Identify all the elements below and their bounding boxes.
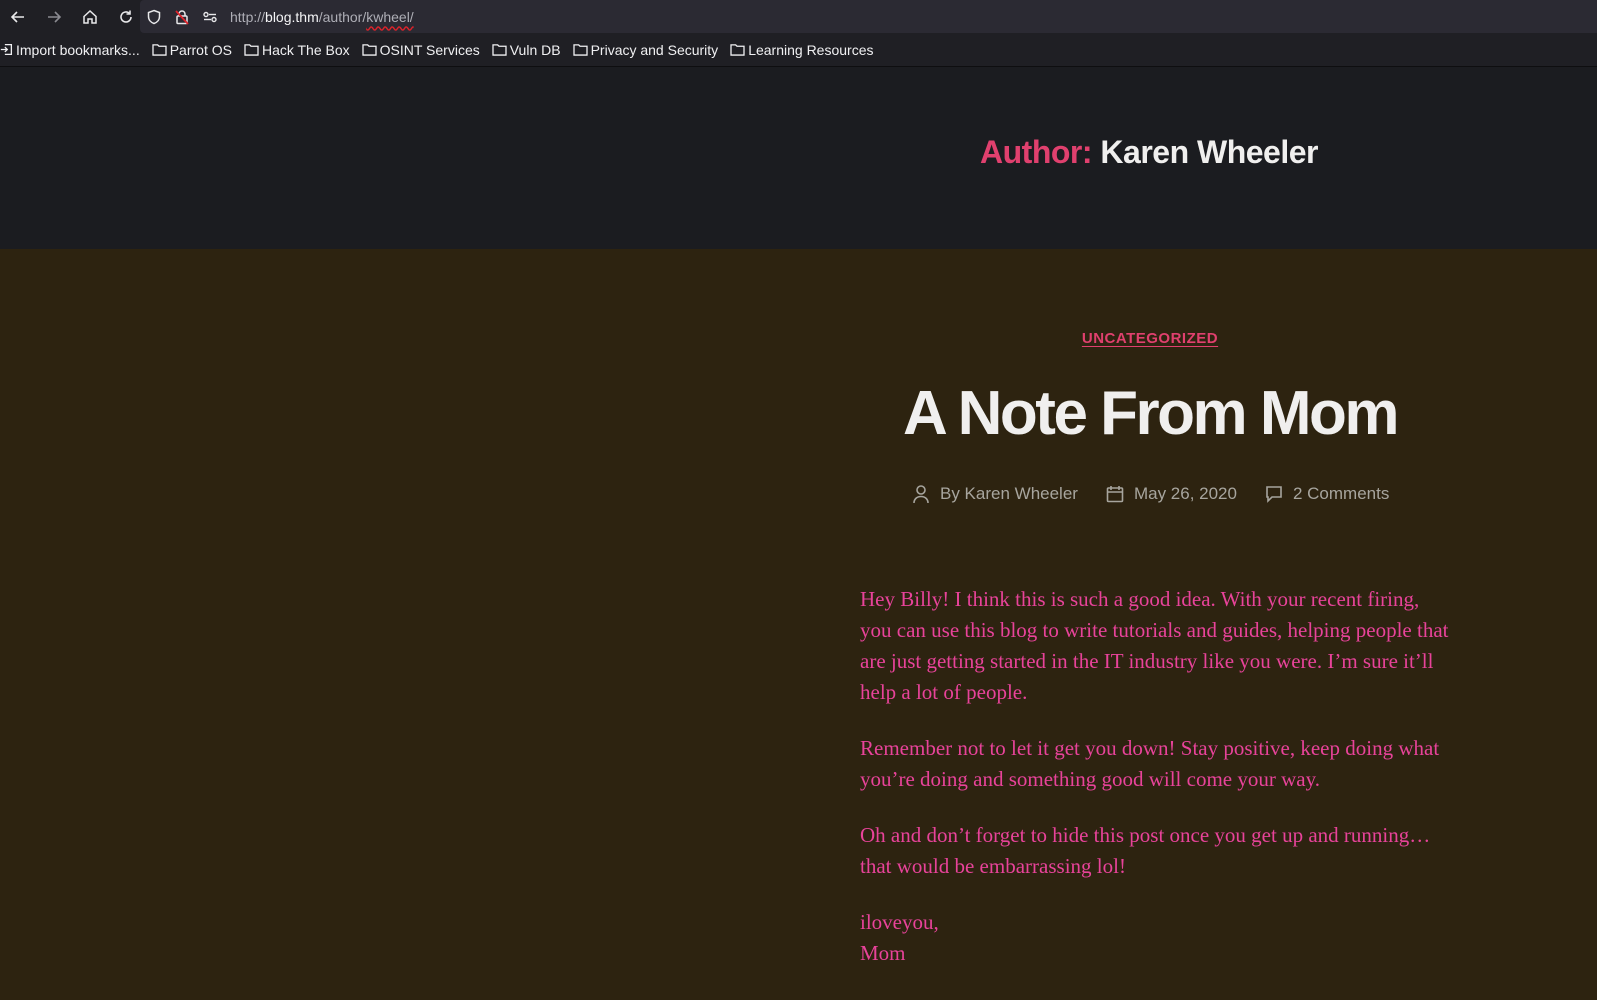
post-author: By Karen Wheeler [912,484,1078,504]
bookmark-label: OSINT Services [379,41,480,58]
reload-icon [120,10,132,23]
insecure-lock-icon [175,9,189,25]
user-icon [913,485,929,504]
folder-icon [244,44,259,56]
signoff-line: Mom [860,941,906,965]
bookmarks-toolbar: Import bookmarks... Parrot OS Hack The B… [0,33,1597,67]
bookmark-label: Privacy and Security [590,41,719,58]
reload-button[interactable] [108,0,144,33]
url-scheme: http:// [230,8,266,25]
bookmark-folder-learning-resources[interactable]: Learning Resources [730,42,873,58]
forward-arrow-icon [48,10,62,23]
post-signoff: iloveyou, Mom [860,907,1450,969]
home-button[interactable] [72,0,108,33]
post-comments-link[interactable]: 2 Comments [1293,484,1389,504]
import-icon [0,43,13,56]
bookmark-label: Hack The Box [261,41,350,58]
post-category-link[interactable]: UNCATEGORIZED [1050,330,1250,347]
url-host: blog.thm [265,8,319,25]
bookmark-folder-osint-services[interactable]: OSINT Services [361,41,480,58]
post-meta: By Karen Wheeler May 26, 2020 2 Comments [912,484,1512,504]
url-path-highlight: kwheel/ [366,8,414,25]
post-author-link[interactable]: By Karen Wheeler [940,484,1078,504]
folder-icon [572,44,588,56]
back-arrow-icon [10,10,24,23]
home-icon [83,9,97,24]
signoff-line: iloveyou, [860,910,939,934]
post-body: Hey Billy! I think this is such a good i… [860,584,1450,994]
permissions-icon [203,11,217,22]
post-date: May 26, 2020 [1106,484,1237,504]
archive-title: Author: Karen Wheeler [980,134,1400,171]
url-path: /author/ [318,8,367,25]
bookmark-label: Parrot OS [169,41,232,58]
bookmark-label: Import bookmarks... [16,41,140,58]
url-bar[interactable]: http://blog.thm/author/kwheel/ [140,0,1597,33]
folder-icon [152,44,167,56]
post-date-link[interactable]: May 26, 2020 [1134,484,1237,504]
post-comments: 2 Comments [1265,484,1389,504]
bookmark-folder-privacy-and-security[interactable]: Privacy and Security [572,41,719,58]
folder-icon [492,44,507,56]
folder-icon [730,44,745,56]
post-paragraph: Oh and don’t forget to hide this post on… [860,823,1431,878]
bookmark-label: Learning Resources [748,41,874,58]
bookmark-folder-vuln-db[interactable]: Vuln DB [492,42,561,58]
tracking-protection-shield[interactable] [140,0,168,33]
folder-icon [361,44,377,56]
post-title[interactable]: A Note From Mom [830,378,1470,449]
back-button[interactable] [0,0,36,33]
archive-title-prefix: Author: [980,134,1093,170]
calendar-icon [1106,486,1124,503]
comment-icon [1266,486,1282,503]
bookmark-folder-hack-the-box[interactable]: Hack The Box [244,42,350,58]
forward-button[interactable] [36,0,72,33]
bookmark-label: Vuln DB [509,41,561,58]
post-paragraph: Remember not to let it get you down! Sta… [860,736,1440,791]
archive-author-name: Karen Wheeler [1100,134,1318,170]
site-permissions-button[interactable] [196,0,224,33]
post-paragraph: Hey Billy! I think this is such a good i… [860,587,1449,704]
bookmark-folder-parrot-os[interactable]: Parrot OS [152,42,232,58]
insecure-connection-indicator[interactable] [168,0,196,33]
shield-icon [147,9,161,24]
url-text[interactable]: http://blog.thm/author/kwheel/ [230,9,414,25]
bookmark-import[interactable]: Import bookmarks... [0,42,140,58]
